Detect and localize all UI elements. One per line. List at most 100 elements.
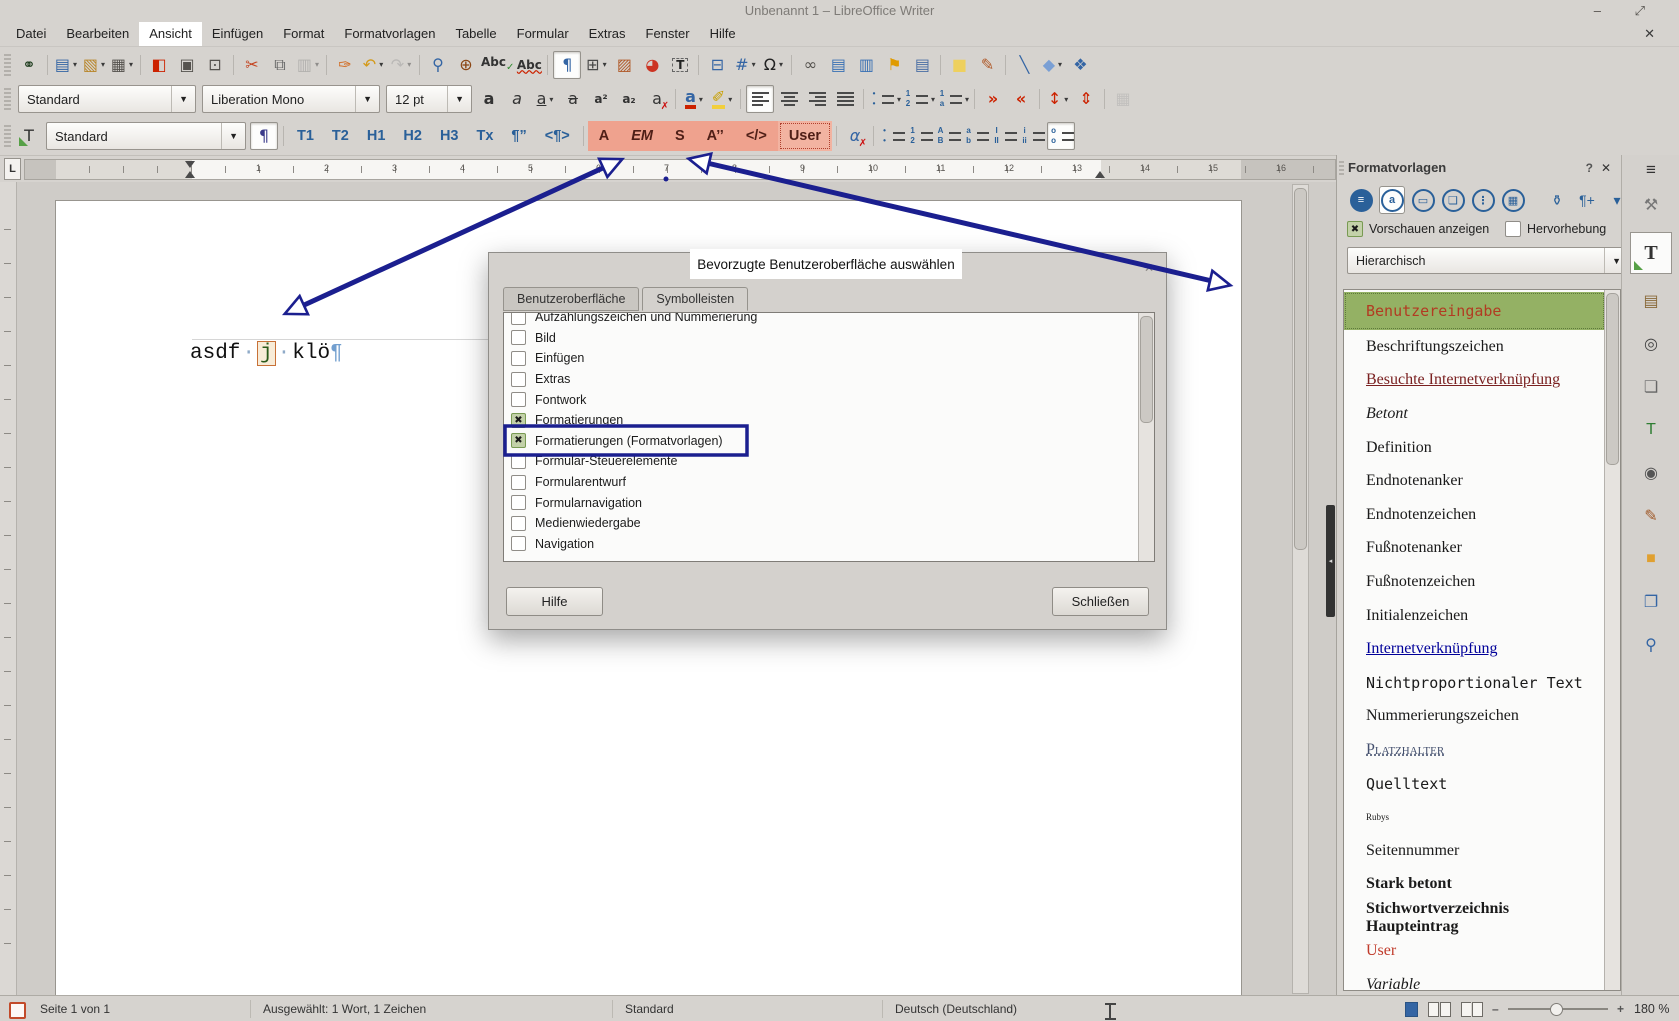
deck-gallery-tab[interactable]: ▤ bbox=[1633, 285, 1669, 317]
style-button-a[interactable]: A’’ bbox=[696, 121, 735, 151]
style-button-a[interactable]: A bbox=[588, 121, 620, 151]
clear-formatting-icon[interactable]: a✗ bbox=[644, 86, 670, 112]
deck-accessibility-check-tab[interactable]: ◉ bbox=[1633, 457, 1669, 489]
unordered-list-icon[interactable]: ••▾ bbox=[869, 86, 901, 112]
copy-icon[interactable]: ⧉ bbox=[267, 52, 293, 78]
insert-textbox-icon[interactable]: T bbox=[667, 52, 693, 78]
dropdown-arrow-icon[interactable]: ▾ bbox=[1064, 95, 1068, 104]
uppercase-list-icon[interactable]: AB bbox=[935, 123, 961, 149]
insert-cross-reference-icon[interactable]: ▤ bbox=[909, 52, 935, 78]
horizontal-ruler[interactable]: 12345678910111213141516 bbox=[24, 159, 1336, 180]
close-dialog-button[interactable]: Schließen bbox=[1052, 587, 1149, 616]
menu-einfügen[interactable]: Einfügen bbox=[202, 22, 273, 46]
style-entry-beschriftungszeichen[interactable]: Beschriftungszeichen bbox=[1344, 330, 1605, 364]
style-entry-quelltext[interactable]: Quelltext bbox=[1344, 767, 1605, 801]
toolbar-checkbox[interactable] bbox=[511, 312, 526, 325]
insert-chart-icon[interactable]: ◕ bbox=[639, 52, 665, 78]
style-filter-combo[interactable]: Hierarchisch ▼ bbox=[1347, 247, 1629, 274]
insert-mode-icon[interactable] bbox=[1105, 1003, 1116, 1020]
line-spacing-icon[interactable]: ↕▾ bbox=[1045, 86, 1071, 112]
insert-bookmark-icon[interactable]: ⚑ bbox=[881, 52, 907, 78]
lowercase-list-icon[interactable]: ab bbox=[963, 123, 989, 149]
menu-datei[interactable]: Datei bbox=[6, 22, 56, 46]
style-entry-stichwortverzeichnis-haupteintrag[interactable]: Stichwortverzeichnis Haupteintrag bbox=[1344, 901, 1605, 935]
menu-tabelle[interactable]: Tabelle bbox=[445, 22, 506, 46]
strikethrough-icon[interactable]: a bbox=[560, 86, 586, 112]
new-style-from-selection-icon[interactable]: ¶+ bbox=[1575, 187, 1599, 213]
highlight-color-icon[interactable]: ✐▾ bbox=[709, 86, 735, 112]
style-entry-platzhalter[interactable]: Platzhalter bbox=[1344, 733, 1605, 767]
roman-upper-list-icon[interactable]: III bbox=[991, 123, 1017, 149]
menu-hilfe[interactable]: Hilfe bbox=[700, 22, 746, 46]
dropdown-arrow-icon[interactable]: ▾ bbox=[129, 60, 133, 69]
menu-bearbeiten[interactable]: Bearbeiten bbox=[56, 22, 139, 46]
dropdown-arrow-icon[interactable]: ▾ bbox=[315, 60, 319, 69]
toolbar-list-item-formatierungen[interactable]: Formatierungen bbox=[504, 410, 1139, 431]
style-button-em[interactable]: EM bbox=[620, 121, 664, 151]
style-entry-stark-betont[interactable]: Stark betont bbox=[1344, 868, 1605, 902]
style-button-h3[interactable]: H3 bbox=[433, 123, 466, 149]
deck-master-document-tab[interactable]: ❐ bbox=[1633, 586, 1669, 618]
toolbar-checkbox[interactable] bbox=[511, 330, 526, 345]
style-entry-variable[interactable]: Variable bbox=[1344, 968, 1605, 991]
toolbar-list-item-formularnavigation[interactable]: Formularnavigation bbox=[504, 492, 1139, 513]
toolbar-checkbox[interactable] bbox=[511, 433, 526, 448]
deck-navigator-tab[interactable]: ◎ bbox=[1633, 328, 1669, 360]
insert-page-break-icon[interactable]: ⊟ bbox=[704, 52, 730, 78]
character-styles-icon[interactable]: a bbox=[1379, 186, 1405, 214]
undo-icon[interactable]: ↶▾ bbox=[360, 52, 386, 78]
font-color-icon[interactable]: a▾ bbox=[681, 86, 707, 112]
toolbar-checkbox[interactable] bbox=[511, 454, 526, 469]
scrollbar-thumb[interactable] bbox=[1294, 188, 1307, 550]
zoom-slider[interactable]: – + bbox=[1492, 996, 1624, 1021]
selection-status[interactable]: Ausgewählt: 1 Wort, 1 Zeichen bbox=[263, 996, 426, 1021]
toolbar-checkbox[interactable] bbox=[511, 372, 526, 387]
scrollbar-thumb[interactable] bbox=[1606, 293, 1619, 465]
subscript-icon[interactable]: a₂ bbox=[616, 86, 642, 112]
toolbar-checkbox[interactable] bbox=[511, 413, 526, 428]
highlight-checkbox[interactable] bbox=[1505, 221, 1521, 237]
book-view-icon[interactable] bbox=[1461, 1002, 1483, 1017]
toolbar-checkbox[interactable] bbox=[511, 495, 526, 510]
dialog-tab-symbolleisten[interactable]: Symbolleisten bbox=[642, 287, 748, 311]
list-styles-icon[interactable]: ⋮ bbox=[1471, 187, 1495, 213]
deck-style-inspector-tab[interactable]: T bbox=[1633, 414, 1669, 446]
dropdown-arrow-icon[interactable]: ▾ bbox=[699, 95, 703, 104]
new-document-icon[interactable]: ▤▾ bbox=[53, 52, 79, 78]
auto-spellcheck-icon[interactable]: Abc bbox=[516, 52, 542, 78]
style-entry-fußnotenanker[interactable]: Fußnotenanker bbox=[1344, 532, 1605, 566]
style-entry-seitennummer[interactable]: Seitennummer bbox=[1344, 834, 1605, 868]
dropdown-arrow-icon[interactable]: ▾ bbox=[752, 60, 756, 69]
style-entry-initialenzeichen[interactable]: Initialenzeichen bbox=[1344, 599, 1605, 633]
insert-table-icon[interactable]: ⊞▾ bbox=[583, 52, 609, 78]
dialog-tab-benutzeroberfläche[interactable]: Benutzeroberfläche bbox=[503, 287, 639, 311]
bold-icon[interactable]: a bbox=[476, 86, 502, 112]
dropdown-arrow-icon[interactable]: ▾ bbox=[603, 60, 607, 69]
document-modified-icon[interactable] bbox=[9, 1002, 26, 1019]
style-entry-besuchte-internetverknüpfung[interactable]: Besuchte Internetverknüpfung bbox=[1344, 364, 1605, 398]
toolbar-checkbox[interactable] bbox=[511, 516, 526, 531]
dialog-close-icon[interactable]: ✕ bbox=[1144, 261, 1154, 275]
chevron-down-icon[interactable]: ▼ bbox=[171, 86, 195, 112]
increase-indent-icon[interactable]: » bbox=[980, 86, 1006, 112]
dropdown-arrow-icon[interactable]: ▾ bbox=[897, 95, 901, 104]
spellcheck-icon[interactable]: Abc bbox=[481, 52, 514, 78]
paragraph-spacing-icon[interactable]: ⇕ bbox=[1073, 86, 1099, 112]
style-entry-user[interactable]: User bbox=[1344, 935, 1605, 969]
dropdown-arrow-icon[interactable]: ▾ bbox=[101, 60, 105, 69]
ordered-list-icon[interactable]: 12▾ bbox=[903, 86, 935, 112]
spelling-icon[interactable]: ⊕ bbox=[453, 52, 479, 78]
toolbar-list-item-formatierungen-formatvorlagen[interactable]: Formatierungen (Formatvorlagen) bbox=[504, 431, 1139, 452]
dialog-list-scrollbar[interactable] bbox=[1138, 313, 1154, 561]
special-character-icon[interactable]: Ω▾ bbox=[760, 52, 786, 78]
menu-format[interactable]: Format bbox=[273, 22, 334, 46]
find-replace-icon[interactable]: ⚲ bbox=[425, 52, 451, 78]
sidebar-help-icon[interactable]: ? bbox=[1586, 161, 1593, 175]
chevron-down-icon[interactable]: ▼ bbox=[221, 123, 245, 149]
align-center-icon[interactable] bbox=[776, 86, 802, 112]
toolbar-list-item-navigation[interactable]: Navigation bbox=[504, 534, 1139, 555]
style-button-h1[interactable]: H1 bbox=[360, 123, 393, 149]
menu-formatvorlagen[interactable]: Formatvorlagen bbox=[334, 22, 445, 46]
toolbar-checkbox[interactable] bbox=[511, 475, 526, 490]
save-icon[interactable]: ▦▾ bbox=[109, 52, 135, 78]
